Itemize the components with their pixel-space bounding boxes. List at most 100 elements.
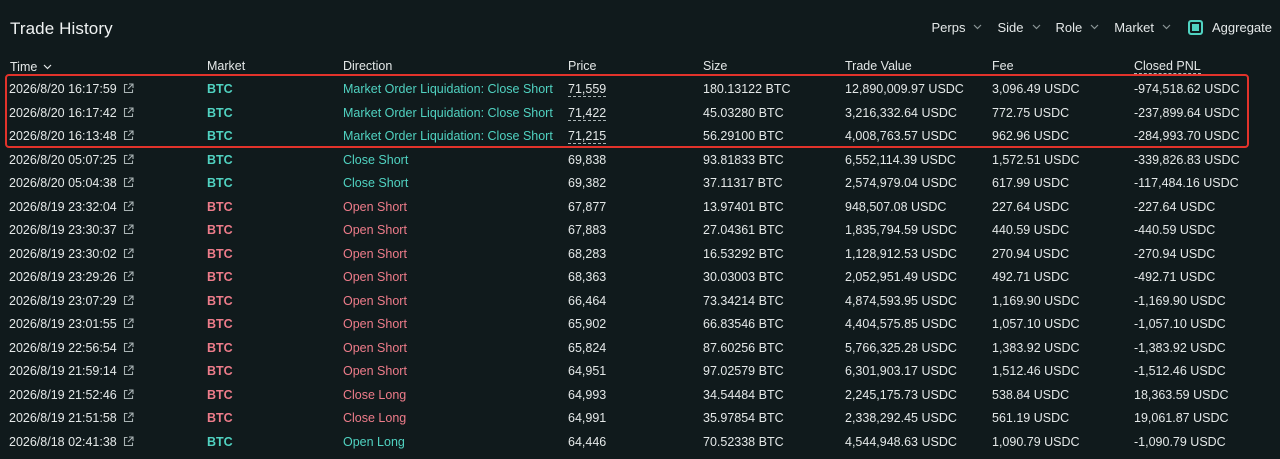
- trade-price: 71,215: [568, 129, 607, 144]
- trade-value: 4,874,593.95 USDC: [845, 293, 957, 308]
- trade-market[interactable]: BTC: [207, 200, 233, 214]
- aggregate-toggle[interactable]: Aggregate: [1188, 20, 1272, 35]
- trade-time: 2026/8/20 16:17:59: [9, 82, 134, 96]
- filter-label: Perps: [931, 20, 966, 35]
- external-link-icon[interactable]: [123, 153, 134, 165]
- external-link-icon[interactable]: [123, 200, 134, 212]
- column-header-time[interactable]: Time: [10, 59, 52, 74]
- trade-closed-pnl: -440.59 USDC: [1134, 223, 1216, 237]
- trade-market[interactable]: BTC: [207, 435, 233, 449]
- trade-direction: Open Short: [343, 223, 407, 237]
- trade-fee: 1,090.79 USDC: [992, 434, 1080, 449]
- trade-price: 67,883: [568, 223, 606, 237]
- trade-size: 45.03280 BTC: [703, 105, 784, 120]
- trade-market[interactable]: BTC: [207, 388, 233, 402]
- trade-market[interactable]: BTC: [207, 106, 233, 120]
- trade-closed-pnl: -1,169.90 USDC: [1134, 293, 1226, 308]
- column-header-direction: Direction: [343, 59, 393, 73]
- trade-time: 2026/8/20 05:04:38: [9, 176, 134, 190]
- filter-role-dropdown[interactable]: Role: [1056, 20, 1099, 35]
- table-row: 2026/8/19 23:07:29 BTC Open Short 66,464 73.…: [0, 289, 1280, 313]
- table-row: 2026/8/20 16:17:59 BTC Market Order Liquid…: [0, 77, 1280, 101]
- external-link-icon[interactable]: [123, 341, 134, 353]
- external-link-icon[interactable]: [123, 435, 134, 447]
- trade-value: 12,890,009.97 USDC: [845, 82, 964, 96]
- trade-size: 66.83546 BTC: [703, 317, 784, 331]
- trade-market[interactable]: BTC: [207, 364, 233, 378]
- trade-fee: 1,169.90 USDC: [992, 293, 1080, 308]
- external-link-icon[interactable]: [123, 388, 134, 400]
- external-link-icon[interactable]: [123, 412, 134, 423]
- trade-size: 87.60256 BTC: [703, 340, 784, 355]
- trade-market[interactable]: BTC: [207, 270, 233, 284]
- external-link-icon[interactable]: [123, 247, 134, 259]
- external-link-icon[interactable]: [123, 130, 134, 141]
- chevron-down-icon: [973, 24, 982, 32]
- trade-direction: Open Short: [343, 317, 407, 331]
- filter-label: Market: [1114, 20, 1154, 35]
- trade-market[interactable]: BTC: [207, 247, 233, 261]
- table-row: 2026/8/20 05:04:38 BTC Close Short 69,382 37…: [0, 171, 1280, 195]
- trade-closed-pnl: -339,826.83 USDC: [1134, 152, 1240, 167]
- trade-fee: 561.19 USDC: [992, 411, 1070, 425]
- trade-direction: Close Long: [343, 411, 407, 425]
- table-header: Time Market Direction Price Size Trade V…: [0, 58, 1280, 76]
- trade-size: 13.97401 BTC: [703, 199, 784, 214]
- trade-size: 27.04361 BTC: [703, 223, 784, 237]
- trade-price-text: 68,363: [568, 270, 607, 284]
- trade-market[interactable]: BTC: [207, 82, 233, 96]
- trade-fee: 617.99 USDC: [992, 176, 1070, 190]
- filter-market-dropdown[interactable]: Market: [1114, 20, 1171, 35]
- external-link-icon[interactable]: [123, 294, 134, 306]
- trade-fee: 962.96 USDC: [992, 129, 1070, 143]
- trade-fee: 1,512.46 USDC: [992, 364, 1080, 378]
- table-row: 2026/8/19 21:52:46 BTC Close Long 64,993 34.…: [0, 383, 1280, 407]
- trade-direction: Open Short: [343, 246, 407, 261]
- external-link-icon[interactable]: [123, 271, 134, 282]
- trade-price: 68,363: [568, 270, 606, 284]
- trade-value: 1,835,794.59 USDC: [845, 223, 957, 237]
- external-link-icon[interactable]: [123, 318, 134, 329]
- trade-market[interactable]: BTC: [207, 294, 233, 308]
- column-header-size: Size: [703, 59, 728, 73]
- trade-market[interactable]: BTC: [207, 129, 233, 143]
- trade-time-text: 2026/8/19 23:32:04: [9, 199, 117, 214]
- trade-fee: 3,096.49 USDC: [992, 82, 1080, 96]
- external-link-icon[interactable]: [123, 177, 134, 188]
- trade-closed-pnl: -1,383.92 USDC: [1134, 340, 1226, 355]
- trade-closed-pnl: -227.64 USDC: [1134, 199, 1216, 214]
- trade-direction: Close Long: [343, 387, 407, 402]
- external-link-icon[interactable]: [123, 224, 134, 235]
- column-header-closed-pnl[interactable]: Closed PNL: [1134, 59, 1201, 74]
- trade-market[interactable]: BTC: [207, 153, 233, 167]
- external-link-icon[interactable]: [123, 106, 134, 118]
- column-header-fee: Fee: [992, 59, 1014, 73]
- trade-time-text: 2026/8/20 16:13:48: [9, 129, 117, 143]
- trade-direction: Open Short: [343, 199, 407, 214]
- trade-time-text: 2026/8/20 16:17:59: [9, 82, 117, 96]
- external-link-icon[interactable]: [123, 83, 134, 94]
- trade-fee: 1,572.51 USDC: [992, 152, 1080, 167]
- trade-value: 3,216,332.64 USDC: [845, 105, 957, 120]
- trade-size: 16.53292 BTC: [703, 246, 784, 261]
- trade-market[interactable]: BTC: [207, 341, 233, 355]
- trade-time: 2026/8/19 23:07:29: [9, 294, 134, 308]
- trade-time-text: 2026/8/19 23:30:02: [9, 246, 117, 261]
- trade-price: 64,446: [568, 435, 606, 449]
- table-row: 2026/8/20 16:17:42 BTC Market Order Liquid…: [0, 101, 1280, 125]
- external-link-icon[interactable]: [123, 365, 134, 376]
- trade-price-text: 71,215: [568, 129, 607, 144]
- trade-market[interactable]: BTC: [207, 176, 233, 190]
- aggregate-checkbox[interactable]: [1188, 20, 1203, 35]
- trade-market[interactable]: BTC: [207, 411, 233, 425]
- trade-price: 68,283: [568, 247, 606, 261]
- filter-perps-dropdown[interactable]: Perps: [932, 20, 982, 35]
- trade-table-body: 2026/8/20 16:17:59 BTC Market Order Liquid…: [0, 77, 1280, 453]
- trade-market[interactable]: BTC: [207, 223, 233, 237]
- trade-price-text: 64,993: [568, 387, 607, 402]
- trade-closed-pnl: -270.94 USDC: [1134, 246, 1216, 261]
- trade-time: 2026/8/19 21:52:46: [9, 388, 134, 402]
- trade-size: 56.29100 BTC: [703, 129, 784, 143]
- trade-market[interactable]: BTC: [207, 317, 233, 331]
- filter-side-dropdown[interactable]: Side: [997, 20, 1040, 35]
